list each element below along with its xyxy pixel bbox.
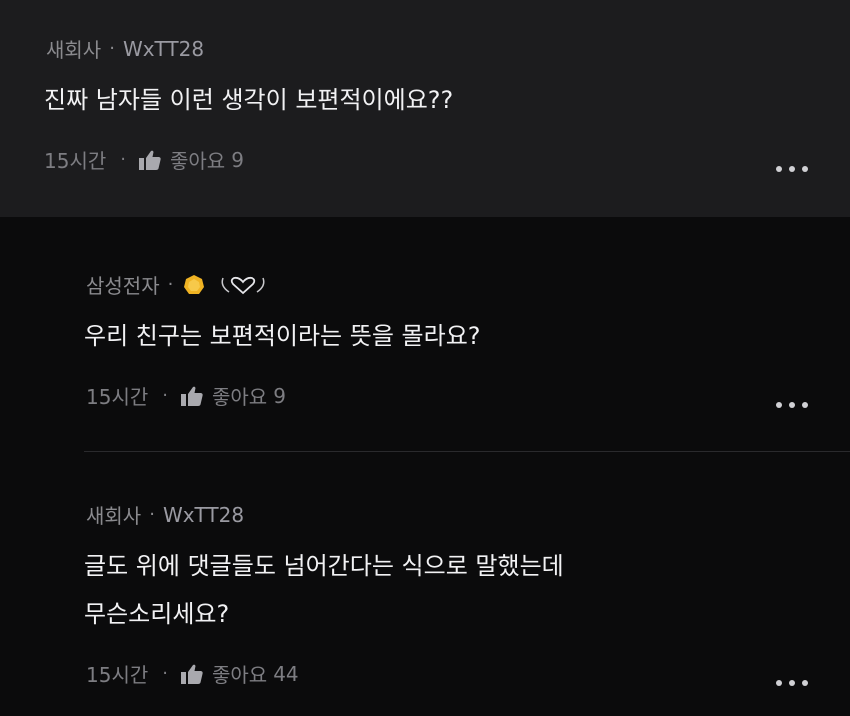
thumbs-up-icon [180,386,203,406]
thumbs-up-icon [138,150,161,170]
reply-text: 우리 친구는 보편적이라는 뜻을 몰라요? [84,322,481,350]
like-count: 44 [273,661,299,686]
heart-wings-icon [221,276,265,294]
like-label: 좋아요 [169,149,226,173]
reply-time: 15시간 [86,385,149,409]
more-options-icon[interactable] [776,164,808,174]
like-button[interactable]: 좋아요 9 [138,145,244,174]
like-button[interactable]: 좋아요 44 [180,659,299,688]
comment-meta: 새회사 · WxTT28 [46,34,204,63]
like-count: 9 [231,147,244,172]
actions-separator: · [162,663,168,684]
reply-text-line-1: 글도 위에 댓글들도 넘어간다는 식으로 말했는데 [84,552,564,580]
thumbs-up-icon [180,664,203,684]
comment-actions: 15시간 · 좋아요 9 [44,145,244,174]
author-name[interactable]: 삼성전자 [86,270,160,299]
reply-divider [84,451,850,452]
gold-badge-icon [184,274,205,294]
meta-separator: · [149,504,155,525]
like-label: 좋아요 [211,663,268,687]
author-name[interactable]: 새회사 [86,500,141,529]
comment-feed: 새회사 · WxTT28 진짜 남자들 이런 생각이 보편적이에요?? 15시간… [0,0,850,716]
more-options-icon[interactable] [776,400,808,410]
comment-time: 15시간 [44,149,107,173]
like-count: 9 [273,383,286,408]
actions-separator: · [120,149,126,170]
meta-separator: · [167,274,174,295]
reply-meta: 삼성전자 · [86,270,269,299]
like-button[interactable]: 좋아요 9 [180,381,286,410]
author-handle[interactable]: WxTT28 [163,503,244,527]
reply-text-line-2: 무슨소리세요? [84,600,230,628]
author-name[interactable]: 새회사 [46,34,101,63]
like-label: 좋아요 [211,385,268,409]
comment-text: 진짜 남자들 이런 생각이 보편적이에요?? [44,86,454,114]
reply-meta: 새회사 · WxTT28 [86,500,244,529]
reply-time: 15시간 [86,663,149,687]
author-handle[interactable]: WxTT28 [123,37,204,61]
meta-separator: · [109,38,115,59]
comment-item: 새회사 · WxTT28 진짜 남자들 이런 생각이 보편적이에요?? 15시간… [0,0,850,217]
actions-separator: · [162,385,168,406]
more-options-icon[interactable] [776,678,808,688]
reply-actions: 15시간 · 좋아요 44 [86,659,299,688]
reply-actions: 15시간 · 좋아요 9 [86,381,286,410]
